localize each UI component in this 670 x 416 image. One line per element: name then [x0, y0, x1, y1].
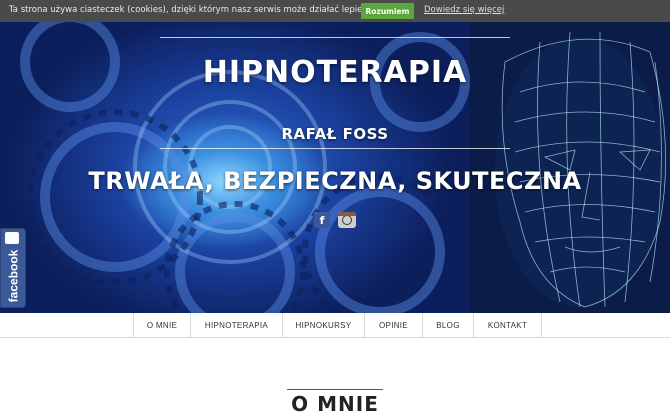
hero-subtitle: RAFAŁ FOSS	[281, 125, 389, 143]
nav-items: O MNIE HIPNOTERAPIA HIPNOKURSY OPINIE BL…	[133, 313, 542, 337]
nav-item-o-mnie[interactable]: O MNIE	[133, 313, 190, 337]
facebook-icon-glyph: f	[319, 213, 325, 227]
section-divider	[287, 389, 383, 390]
hero-title: HIPNOTERAPIA	[202, 55, 468, 90]
cookie-bar: Ta strona używa ciasteczek (cookies), dz…	[0, 0, 670, 22]
nav-item-hipnokursy[interactable]: HIPNOKURSY	[282, 313, 364, 337]
facebook-side-tab[interactable]: facebook	[0, 228, 26, 308]
nav-item-kontakt[interactable]: KONTAKT	[473, 313, 542, 337]
main-navigation: O MNIE HIPNOTERAPIA HIPNOKURSY OPINIE BL…	[0, 313, 670, 338]
section-title: O MNIE	[291, 392, 379, 416]
hero-divider-middle	[160, 148, 510, 149]
hero-banner: HIPNOTERAPIA RAFAŁ FOSS TRWAŁA, BEZPIECZ…	[0, 22, 670, 313]
instagram-icon[interactable]	[338, 212, 356, 228]
facebook-side-tab-label: facebook	[6, 249, 21, 303]
cookie-accept-button[interactable]: Rozumiem	[361, 3, 414, 19]
cookie-message: Ta strona używa ciasteczek (cookies), dz…	[9, 5, 365, 15]
cookie-more-link[interactable]: Dowiedz się więcej	[424, 5, 504, 15]
nav-item-hipnoterapia[interactable]: HIPNOTERAPIA	[190, 313, 282, 337]
hero-tagline: TRWAŁA, BEZPIECZNA, SKUTECZNA	[88, 167, 582, 195]
hero-divider-top	[160, 37, 510, 38]
facebook-icon[interactable]: f	[314, 212, 330, 228]
nav-item-blog[interactable]: BLOG	[422, 313, 473, 337]
nav-item-opinie[interactable]: OPINIE	[364, 313, 422, 337]
